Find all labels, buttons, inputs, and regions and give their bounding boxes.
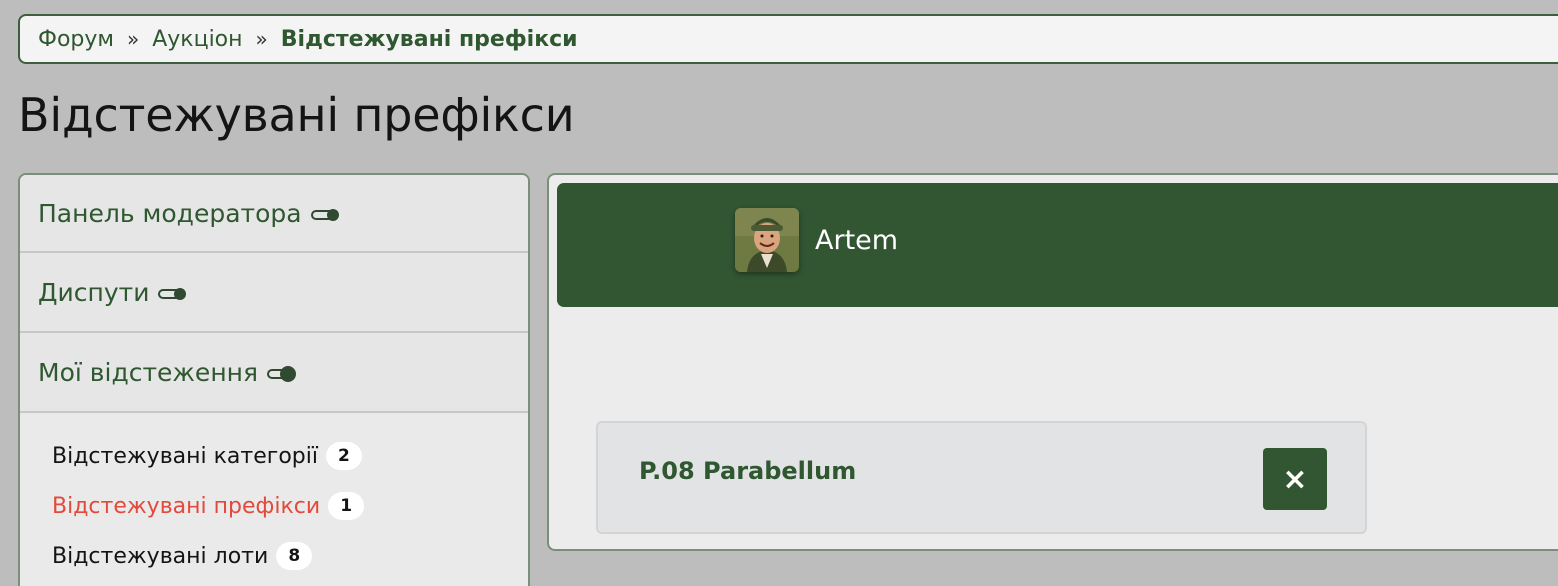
count-badge: 8 [276,542,313,570]
toggle-collapsed-icon[interactable] [310,208,339,222]
sidebar-item-label: Відстежувані префікси [52,493,321,519]
prefix-name[interactable]: P.08 Parabellum [639,457,856,485]
avatar[interactable] [735,208,799,272]
count-badge: 1 [328,492,365,520]
watched-prefix-card: P.08 Parabellum × [596,421,1367,534]
count-badge: 2 [325,442,362,470]
main-content: Artem P.08 Parabellum × [547,173,1558,551]
sidebar-section-disputes[interactable]: Диспути [20,253,528,333]
sidebar-item-watched-categories[interactable]: Відстежувані категорії 2 [20,431,528,481]
user-banner: Artem [557,183,1558,307]
page-title: Відстежувані префікси [18,88,575,142]
sidebar: Панель модератора Диспути Мої відстеженн… [18,173,530,586]
breadcrumb-current[interactable]: Відстежувані префікси [281,27,578,52]
sidebar-sublist: Відстежувані категорії 2 Відстежувані пр… [20,413,528,581]
breadcrumb-link-auction[interactable]: Аукціон [152,27,242,52]
toggle-collapsed-icon[interactable] [158,287,187,301]
toggle-expanded-icon[interactable] [267,366,297,382]
breadcrumb-link-forum[interactable]: Форум [38,27,114,52]
sidebar-section-label: Мої відстеження [38,357,259,387]
remove-prefix-button[interactable]: × [1263,448,1327,510]
username[interactable]: Artem [815,225,898,256]
sidebar-item-label: Відстежувані лоти [52,543,269,569]
sidebar-item-watched-lots[interactable]: Відстежувані лоти 8 [20,531,528,581]
avatar-photo-icon [735,208,799,272]
sidebar-section-my-watches[interactable]: Мої відстеження [20,333,528,413]
sidebar-item-watched-prefixes[interactable]: Відстежувані префікси 1 [20,481,528,531]
sidebar-section-label: Панель модератора [38,198,302,228]
sidebar-section-label: Диспути [38,277,150,307]
sidebar-section-moderator-panel[interactable]: Панель модератора [20,175,528,253]
sidebar-item-label: Відстежувані категорії [52,443,318,469]
breadcrumb-separator: » [255,27,268,51]
breadcrumb: Форум » Аукціон » Відстежувані префікси [18,14,1558,64]
breadcrumb-separator: » [126,27,140,51]
close-icon: × [1282,461,1308,497]
